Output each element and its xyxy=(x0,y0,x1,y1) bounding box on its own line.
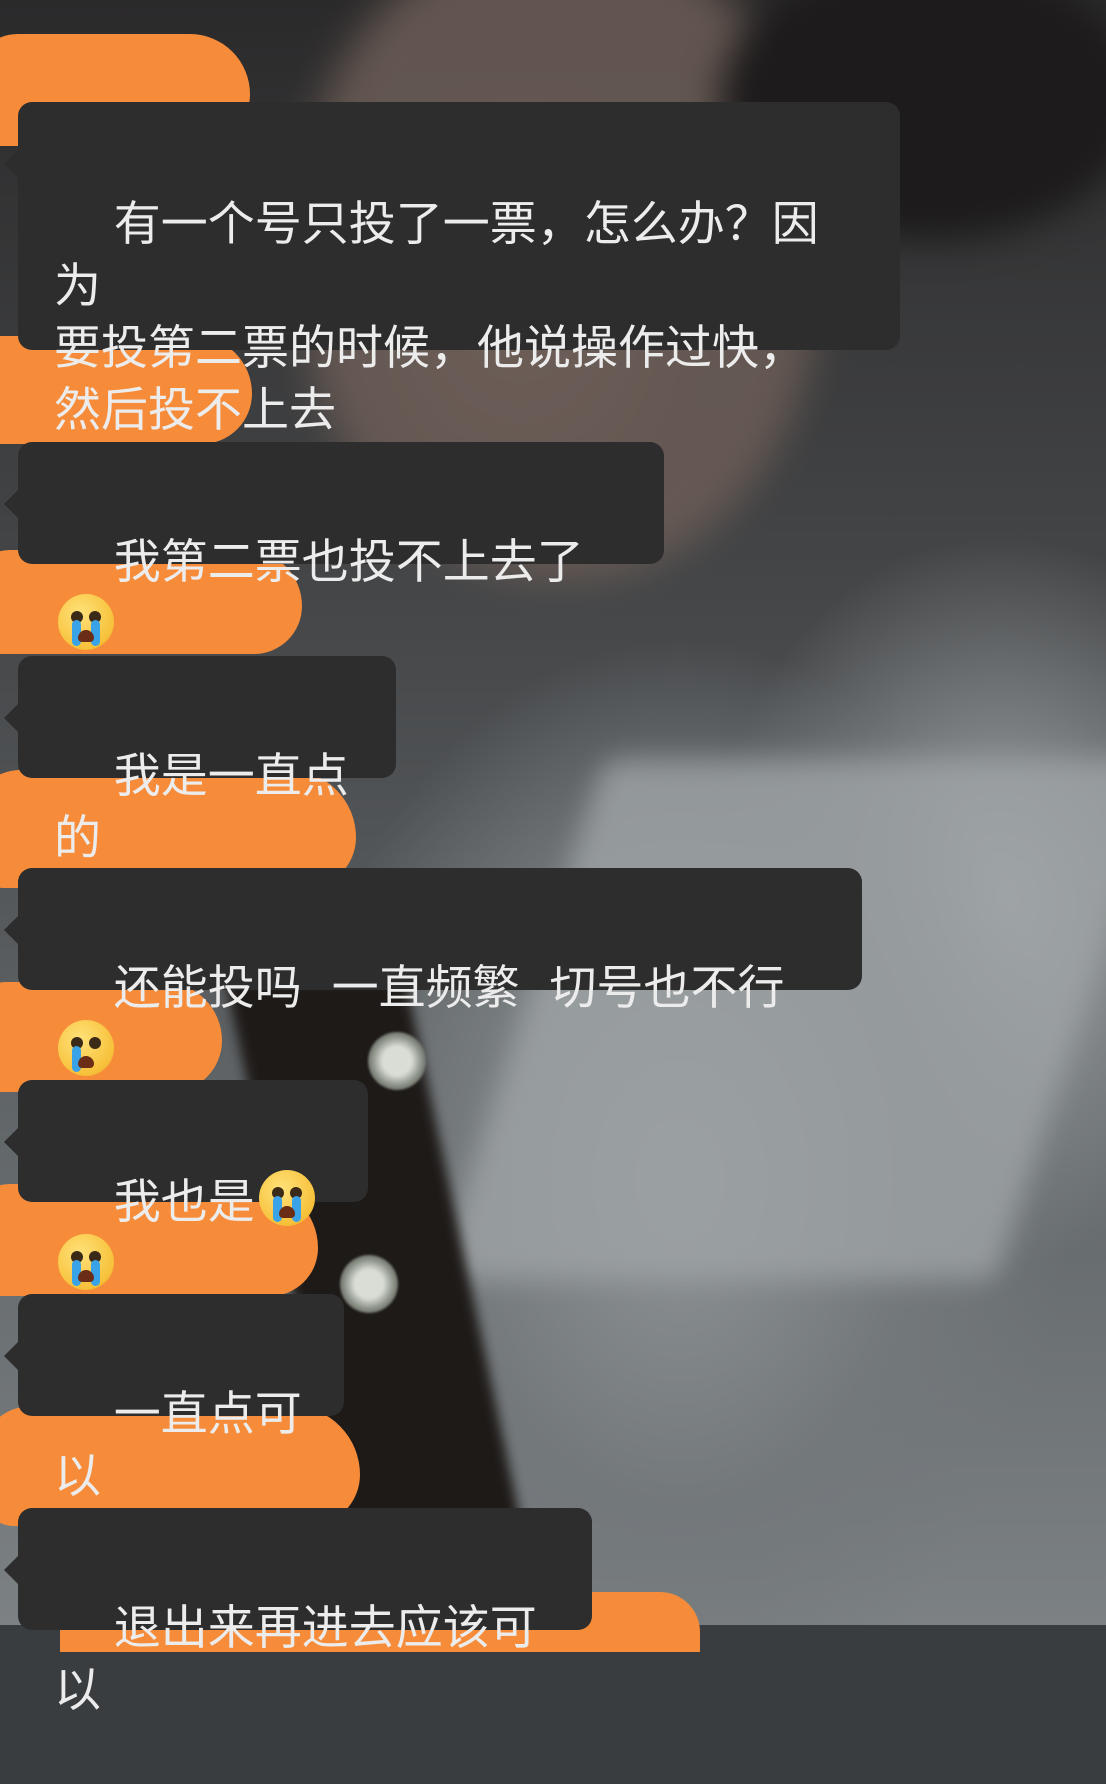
message-bubble[interactable]: 一直点可以 xyxy=(4,1294,344,1504)
message-text: 我也是 xyxy=(113,1175,255,1230)
message-text: 还能投吗 一直频繁 切号也不行 xyxy=(113,961,785,1016)
loudly-crying-face-icon xyxy=(258,1170,315,1226)
loudly-crying-face-icon xyxy=(58,1234,114,1290)
message-bubble[interactable]: 我是一直点的 xyxy=(4,656,396,866)
message-bubble[interactable]: 有一个号只投了一票，怎么办？因为 要投第二票的时候，他说操作过快， 然后投不上去 xyxy=(4,102,900,438)
message-text: 有一个号只投了一票，怎么办？因为 要投第二票的时候，他说操作过快， 然后投不上去 xyxy=(54,197,819,438)
message-bubble[interactable]: 我也是 xyxy=(4,1080,368,1290)
message-bubble[interactable]: 还能投吗 一直频繁 切号也不行 xyxy=(4,868,862,1076)
message-text: 我第二票也投不上去了 xyxy=(113,535,584,590)
loudly-crying-face-icon xyxy=(58,594,114,650)
chat-message-list[interactable]: 有一个号只投了一票，怎么办？因为 要投第二票的时候，他说操作过快， 然后投不上去… xyxy=(0,0,1106,1718)
message-bubble[interactable]: 我第二票也投不上去了 xyxy=(4,442,664,650)
message-text: 退出来再进去应该可以 xyxy=(54,1601,537,1718)
message-bubble[interactable]: 退出来再进去应该可以 xyxy=(4,1508,592,1718)
crying-face-icon xyxy=(58,1020,114,1076)
